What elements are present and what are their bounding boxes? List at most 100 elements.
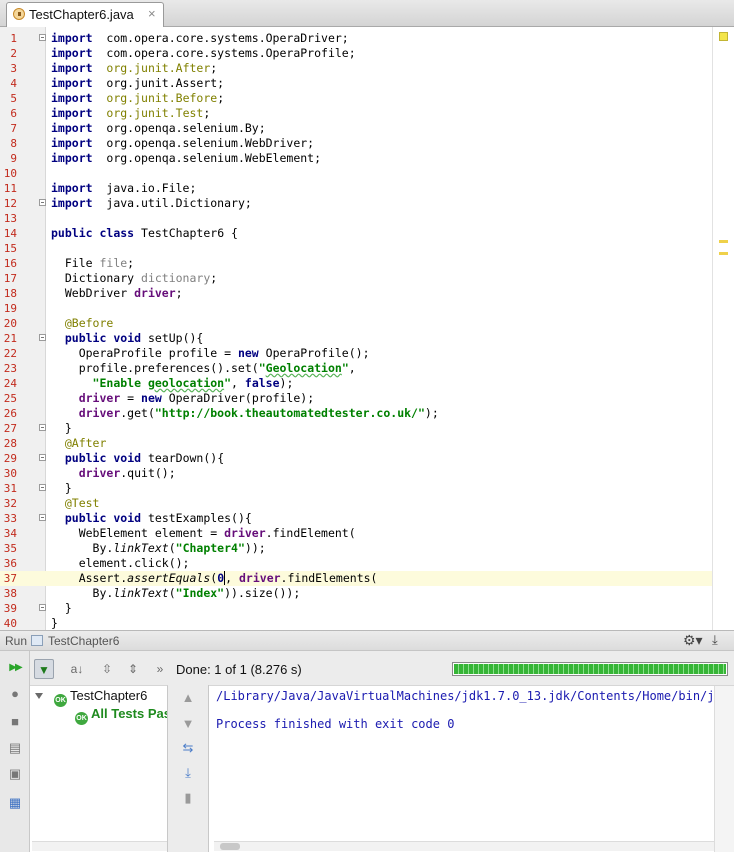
fold-marker-icon[interactable] bbox=[39, 34, 46, 41]
collapse-all-icon[interactable]: ⇕ bbox=[123, 659, 143, 679]
code-line[interactable]: 12 import java.util.Dictionary; bbox=[0, 196, 712, 211]
code-text[interactable]: public void testExamples(){ bbox=[51, 511, 252, 526]
down-arrow-icon[interactable]: ▼ bbox=[179, 715, 197, 733]
code-line[interactable]: 16 File file; bbox=[0, 256, 712, 271]
code-text[interactable]: Assert.assertEquals(0, driver.findElemen… bbox=[51, 571, 377, 586]
code-line[interactable]: 34 WebElement element = driver.findEleme… bbox=[0, 526, 712, 541]
warning-marker[interactable] bbox=[719, 240, 728, 243]
code-text[interactable]: driver.quit(); bbox=[51, 466, 176, 481]
up-arrow-icon[interactable]: ▲ bbox=[179, 689, 197, 707]
code-line[interactable]: 33 public void testExamples(){ bbox=[0, 511, 712, 526]
code-line[interactable]: 27 } bbox=[0, 421, 712, 436]
code-line[interactable]: 30 driver.quit(); bbox=[0, 466, 712, 481]
console-scroll-thumb[interactable] bbox=[220, 843, 240, 850]
code-editor[interactable]: 1 import com.opera.core.systems.OperaDriv… bbox=[0, 27, 734, 630]
expand-arrow-icon[interactable] bbox=[35, 693, 43, 699]
fold-marker-icon[interactable] bbox=[39, 424, 46, 431]
code-line[interactable]: 21 public void setUp(){ bbox=[0, 331, 712, 346]
code-line[interactable]: 4 import org.junit.Assert; bbox=[0, 76, 712, 91]
code-text[interactable]: import org.openqa.selenium.WebDriver; bbox=[51, 136, 314, 151]
code-line[interactable]: 9 import org.openqa.selenium.WebElement; bbox=[0, 151, 712, 166]
code-text[interactable]: WebDriver driver; bbox=[51, 286, 183, 301]
code-text[interactable]: public class TestChapter6 { bbox=[51, 226, 238, 241]
code-line[interactable]: 15 bbox=[0, 241, 712, 256]
code-text[interactable]: By.linkText("Index")).size()); bbox=[51, 586, 301, 601]
more-tools-icon[interactable]: » bbox=[150, 659, 170, 679]
code-line[interactable]: 26 driver.get("http://book.theautomatedt… bbox=[0, 406, 712, 421]
code-line[interactable]: 38 By.linkText("Index")).size()); bbox=[0, 586, 712, 601]
code-text[interactable]: import com.opera.core.systems.OperaProfi… bbox=[51, 46, 356, 61]
code-line[interactable]: 25 driver = new OperaDriver(profile); bbox=[0, 391, 712, 406]
code-text[interactable]: element.click(); bbox=[51, 556, 190, 571]
scroll-to-end-icon[interactable]: ⤓ bbox=[179, 764, 197, 782]
soft-wrap-icon[interactable]: ⇆ bbox=[179, 739, 197, 757]
fold-marker-icon[interactable] bbox=[39, 454, 46, 461]
code-text[interactable]: public void tearDown(){ bbox=[51, 451, 224, 466]
expand-all-icon[interactable]: ⇳ bbox=[97, 659, 117, 679]
code-line[interactable]: 6 import org.junit.Test; bbox=[0, 106, 712, 121]
fold-marker-icon[interactable] bbox=[39, 199, 46, 206]
code-line[interactable]: 40} bbox=[0, 616, 712, 630]
code-line[interactable]: 5 import org.junit.Before; bbox=[0, 91, 712, 106]
code-text[interactable]: profile.preferences().set("Geolocation", bbox=[51, 361, 356, 376]
restore-layout-icon[interactable]: ▦ bbox=[6, 794, 24, 812]
export-icon[interactable]: ▣ bbox=[6, 765, 24, 783]
stop-icon[interactable]: ■ bbox=[6, 713, 24, 731]
code-line[interactable]: 32 @Test bbox=[0, 496, 712, 511]
code-line[interactable]: 36 element.click(); bbox=[0, 556, 712, 571]
fold-marker-icon[interactable] bbox=[39, 514, 46, 521]
sort-alpha-icon[interactable]: a↓ bbox=[67, 659, 87, 679]
hide-passed-filter-icon[interactable]: ▼ bbox=[34, 659, 54, 679]
fold-marker-icon[interactable] bbox=[39, 604, 46, 611]
code-text[interactable]: import java.util.Dictionary; bbox=[51, 196, 252, 211]
code-text[interactable]: import org.openqa.selenium.WebElement; bbox=[51, 151, 321, 166]
code-text[interactable]: } bbox=[51, 421, 72, 436]
code-line[interactable]: 39 } bbox=[0, 601, 712, 616]
code-text[interactable]: } bbox=[51, 481, 72, 496]
code-line[interactable]: 8 import org.openqa.selenium.WebDriver; bbox=[0, 136, 712, 151]
code-line[interactable]: 18 WebDriver driver; bbox=[0, 286, 712, 301]
code-text[interactable]: import org.junit.Test; bbox=[51, 106, 210, 121]
code-text[interactable]: import java.io.File; bbox=[51, 181, 196, 196]
code-text[interactable]: import org.junit.Assert; bbox=[51, 76, 224, 91]
code-text[interactable]: import com.opera.core.systems.OperaDrive… bbox=[51, 31, 349, 46]
tab-close-icon[interactable]: × bbox=[148, 6, 156, 21]
code-text[interactable]: @After bbox=[51, 436, 107, 451]
code-line[interactable]: 35 By.linkText("Chapter4")); bbox=[0, 541, 712, 556]
code-text[interactable]: File file; bbox=[51, 256, 134, 271]
error-stripe[interactable] bbox=[712, 27, 734, 630]
code-line[interactable]: 19 bbox=[0, 301, 712, 316]
code-text[interactable]: } bbox=[51, 616, 58, 630]
code-line[interactable]: 1 import com.opera.core.systems.OperaDriv… bbox=[0, 31, 712, 46]
code-line[interactable]: 22 OperaProfile profile = new OperaProfi… bbox=[0, 346, 712, 361]
code-text[interactable]: OperaProfile profile = new OperaProfile(… bbox=[51, 346, 370, 361]
code-line[interactable]: 10 bbox=[0, 166, 712, 181]
code-text[interactable]: Dictionary dictionary; bbox=[51, 271, 217, 286]
code-text[interactable]: driver = new OperaDriver(profile); bbox=[51, 391, 314, 406]
console-output[interactable]: /Library/Java/JavaVirtualMachines/jdk1.7… bbox=[209, 685, 734, 852]
rerun-failed-icon[interactable]: ● bbox=[6, 685, 24, 703]
code-line[interactable]: 20 @Before bbox=[0, 316, 712, 331]
dump-threads-icon[interactable]: ▤ bbox=[6, 739, 24, 757]
tab-testchapter6[interactable]: TestChapter6.java × bbox=[6, 2, 164, 27]
code-text[interactable]: @Before bbox=[51, 316, 113, 331]
code-text[interactable]: } bbox=[51, 601, 72, 616]
code-line[interactable]: 17 Dictionary dictionary; bbox=[0, 271, 712, 286]
fold-marker-icon[interactable] bbox=[39, 334, 46, 341]
test-results-tree[interactable]: OKTestChapter6 OKAll Tests Passed bbox=[30, 685, 168, 852]
code-text[interactable]: driver.get("http://book.theautomatedtest… bbox=[51, 406, 439, 421]
code-text[interactable]: import org.openqa.selenium.By; bbox=[51, 121, 266, 136]
rerun-icon[interactable]: ▶▶ bbox=[6, 659, 24, 677]
code-text[interactable]: @Test bbox=[51, 496, 100, 511]
code-line[interactable]: 14 public class TestChapter6 { bbox=[0, 226, 712, 241]
code-line[interactable]: 7 import org.openqa.selenium.By; bbox=[0, 121, 712, 136]
fold-marker-icon[interactable] bbox=[39, 484, 46, 491]
tree-node-root[interactable]: OK TestChapter6 bbox=[30, 688, 160, 707]
code-line[interactable]: 24 "Enable geolocation", false); bbox=[0, 376, 712, 391]
code-text[interactable]: public void setUp(){ bbox=[51, 331, 204, 346]
code-text[interactable]: "Enable geolocation", false); bbox=[51, 376, 294, 391]
warning-marker[interactable] bbox=[719, 252, 728, 255]
code-line[interactable]: 28 @After bbox=[0, 436, 712, 451]
code-line[interactable]: 3 import org.junit.After; bbox=[0, 61, 712, 76]
tree-horizontal-scrollbar[interactable] bbox=[32, 841, 167, 851]
